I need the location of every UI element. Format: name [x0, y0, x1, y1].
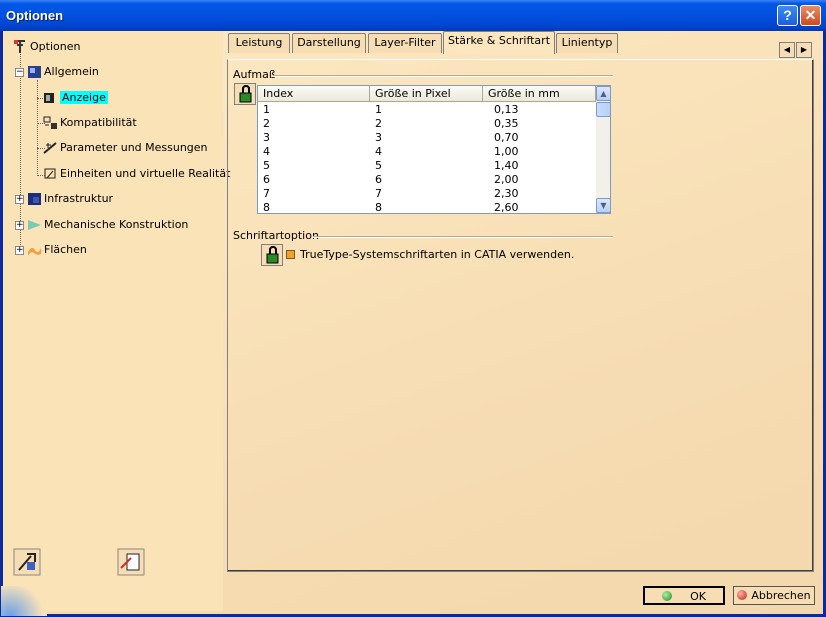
group-divider-schriftart — [313, 236, 613, 238]
expander-mechanische[interactable]: + — [15, 221, 24, 230]
table-cell[interactable]: 1,40 — [494, 159, 519, 173]
cancel-button[interactable]: Abbrechen — [733, 586, 815, 605]
table-cell[interactable]: 2 — [375, 117, 382, 131]
table-cell[interactable]: 4 — [263, 145, 270, 159]
help-button[interactable]: ? — [777, 5, 798, 26]
title-bar[interactable]: Optionen ? ✕ — [0, 0, 826, 31]
table-vscroll[interactable]: ▲ ▼ — [596, 86, 610, 213]
group-label-aufmass: Aufmaß — [233, 68, 276, 81]
table-cell[interactable]: 2,60 — [494, 201, 519, 213]
tab-staerke-schriftart[interactable]: Stärke & Schriftart — [443, 31, 555, 54]
tab-scroll-right-icon[interactable]: ▶ — [796, 42, 812, 58]
infrastruktur-icon — [27, 192, 42, 206]
parameter-icon — [43, 141, 58, 155]
table-cell[interactable]: 1 — [375, 103, 382, 117]
table-cell[interactable]: 6 — [263, 173, 270, 187]
tree-label-flaechen: Flächen — [44, 243, 87, 256]
tab-layer-filter[interactable]: Layer-Filter — [368, 33, 442, 53]
tree-item-allgemein[interactable]: Allgemein — [27, 63, 99, 81]
table-cell[interactable]: 3 — [263, 131, 270, 145]
truetype-checkbox[interactable] — [286, 250, 295, 259]
table-cell[interactable]: 5 — [263, 159, 270, 173]
tree-label-parameter: Parameter und Messungen — [60, 141, 208, 154]
tree-label-kompatibilitaet: Kompatibilität — [60, 116, 137, 129]
mechanische-icon — [27, 218, 42, 232]
tree-item-parameter[interactable]: Parameter und Messungen — [43, 139, 208, 157]
table-cell[interactable]: 2,30 — [494, 187, 519, 201]
window-title: Optionen — [6, 8, 64, 23]
flaechen-icon — [27, 243, 42, 257]
tree-label-infrastruktur: Infrastruktur — [44, 192, 114, 205]
table-cell[interactable]: 6 — [375, 173, 382, 187]
kompatibilitaet-icon — [43, 116, 58, 130]
table-cell[interactable]: 0,13 — [494, 103, 519, 117]
group-divider-aufmass — [273, 75, 613, 77]
tree-label-einheiten: Einheiten und virtuelle Realität — [60, 167, 231, 180]
table-cell[interactable]: 2 — [263, 117, 270, 131]
table-cell[interactable]: 2,00 — [494, 173, 519, 187]
table-cell[interactable]: 7 — [263, 187, 270, 201]
einheiten-icon — [43, 167, 58, 181]
tab-linientyp[interactable]: Linientyp — [556, 33, 618, 53]
truetype-checkbox-label[interactable]: TrueType-Systemschriftarten in CATIA ver… — [300, 248, 574, 261]
tree-item-mechanische[interactable]: Mechanische Konstruktion — [27, 216, 188, 234]
col-header-mm[interactable]: Größe in mm — [483, 86, 596, 102]
table-cell[interactable]: 5 — [375, 159, 382, 173]
col-header-pixel[interactable]: Größe in Pixel — [370, 86, 483, 102]
export-settings-icon[interactable] — [117, 548, 145, 576]
col-header-index[interactable]: Index — [258, 86, 370, 102]
table-cell[interactable]: 1 — [263, 103, 270, 117]
expander-infrastruktur[interactable]: + — [15, 195, 24, 204]
table-cell[interactable]: 7 — [375, 187, 382, 201]
ok-label: OK — [690, 590, 706, 603]
cancel-label: Abbrechen — [751, 589, 811, 602]
table-cell[interactable]: 4 — [375, 145, 382, 159]
scroll-down-icon[interactable]: ▼ — [596, 198, 610, 213]
tree-item-optionen[interactable]: Optionen — [13, 38, 80, 56]
cancel-icon — [737, 590, 748, 600]
tree-label-allgemein: Allgemein — [44, 65, 99, 78]
lock-schriftart-button[interactable] — [261, 244, 283, 266]
ok-button[interactable]: OK — [643, 586, 725, 605]
group-label-schriftart: Schriftartoption — [233, 229, 319, 242]
allgemein-icon — [27, 65, 42, 79]
ok-icon — [662, 591, 673, 601]
lock-aufmass-button[interactable] — [234, 83, 256, 105]
scroll-thumb[interactable] — [596, 102, 610, 117]
expander-allgemein[interactable]: − — [15, 68, 24, 77]
table-cell[interactable]: 0,70 — [494, 131, 519, 145]
table-cell[interactable]: 0,35 — [494, 117, 519, 131]
anzeige-icon — [43, 91, 58, 105]
tab-darstellung[interactable]: Darstellung — [292, 33, 366, 53]
table-cell[interactable]: 8 — [263, 201, 270, 213]
tree-label-anzeige: Anzeige — [60, 91, 108, 104]
tab-scroll-left-icon[interactable]: ◀ — [779, 42, 795, 58]
options-tree: Optionen − Allgemein Anzeige Kompatibili… — [1, 31, 230, 616]
table-cell[interactable]: 3 — [375, 131, 382, 145]
tab-leistung[interactable]: Leistung — [228, 33, 290, 53]
lock-icon — [266, 245, 279, 264]
tree-item-anzeige[interactable]: Anzeige — [43, 89, 108, 107]
tree-item-kompatibilitaet[interactable]: Kompatibilität — [43, 114, 137, 132]
close-button[interactable]: ✕ — [800, 5, 821, 26]
options-root-icon — [13, 40, 28, 54]
lock-icon — [239, 84, 252, 103]
tree-label-mechanische: Mechanische Konstruktion — [44, 218, 189, 231]
options-window: Optionen ? ✕ Optionen − Allgemein Anzeig… — [0, 0, 826, 617]
expander-flaechen[interactable]: + — [15, 246, 24, 255]
reset-defaults-icon[interactable] — [13, 548, 41, 576]
scroll-up-icon[interactable]: ▲ — [596, 86, 610, 101]
tree-label-optionen: Optionen — [30, 40, 81, 53]
tree-item-einheiten[interactable]: Einheiten und virtuelle Realität — [43, 165, 230, 183]
tree-item-infrastruktur[interactable]: Infrastruktur — [27, 190, 113, 208]
tree-item-flaechen[interactable]: Flächen — [27, 241, 87, 259]
aufmass-table[interactable]: Index Größe in Pixel Größe in mm 1 1 0,13 2… — [257, 85, 611, 214]
decorative-globe-icon — [1, 586, 47, 616]
table-cell[interactable]: 1,00 — [494, 145, 519, 159]
dialog-client: Optionen − Allgemein Anzeige Kompatibili… — [1, 31, 823, 616]
table-cell[interactable]: 8 — [375, 201, 382, 213]
